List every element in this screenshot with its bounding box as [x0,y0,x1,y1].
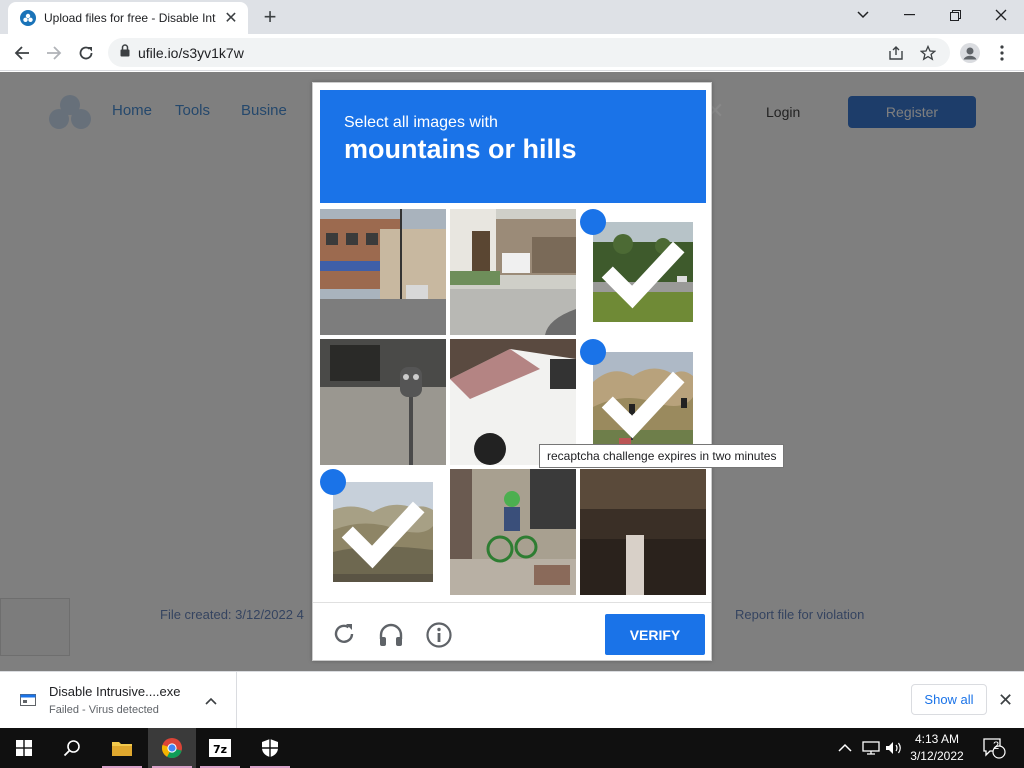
minimize-icon[interactable] [886,0,932,30]
expiry-tooltip: recaptcha challenge expires in two minut… [539,444,785,468]
chevron-up-icon[interactable] [205,692,217,710]
info-icon[interactable] [425,621,453,649]
menu-kebab-icon[interactable] [989,40,1015,66]
captcha-header: Select all images with mountains or hill… [320,90,706,203]
captcha-tile-selected[interactable] [320,469,446,595]
check-icon [320,469,425,569]
taskbar-clock[interactable]: 4:13 AM 3/12/2022 [906,731,968,765]
download-bar: Disable Intrusive....exe Failed - Virus … [0,671,1024,728]
reload-challenge-icon[interactable] [331,621,359,649]
tab-strip: Upload files for free - Disable Int ✕ + [0,0,1024,34]
network-icon[interactable] [862,728,880,768]
profile-avatar-icon[interactable] [957,40,983,66]
captcha-tile[interactable] [450,469,576,595]
verify-button[interactable]: VERIFY [605,614,705,655]
volume-icon[interactable] [885,728,903,768]
captcha-instruction: Select all images with [344,114,498,131]
notification-count: 2 [993,740,1000,752]
captcha-target: mountains or hills [344,134,577,164]
7zip-icon[interactable]: 7z [196,728,244,768]
clock-time: 4:13 AM [914,732,960,746]
captcha-tile[interactable] [320,209,446,335]
exe-file-icon [20,692,36,708]
show-all-button[interactable]: Show all [911,684,987,715]
close-window-icon[interactable] [978,0,1024,30]
file-explorer-icon[interactable] [98,728,146,768]
captcha-tile-selected[interactable] [580,209,706,335]
clock-date: 3/12/2022 [910,749,964,763]
tab-search-icon[interactable] [840,0,886,30]
notifications-icon[interactable]: 2 [982,728,1006,768]
search-icon[interactable] [48,728,96,768]
captcha-footer: VERIFY [313,602,711,661]
svg-text:7z: 7z [213,743,227,756]
reload-icon[interactable] [73,40,99,66]
download-file-name: Disable Intrusive....exe [49,684,181,699]
lock-icon[interactable] [120,43,130,62]
back-arrow-icon[interactable] [9,40,35,66]
new-tab-button[interactable]: + [258,6,282,28]
download-item[interactable]: Disable Intrusive....exe Failed - Virus … [0,672,237,728]
restore-icon[interactable] [932,0,978,30]
bookmark-star-icon[interactable] [920,38,936,67]
audio-challenge-icon[interactable] [377,621,405,649]
check-icon [580,339,685,439]
share-icon[interactable] [888,38,904,67]
check-icon [580,209,685,309]
download-status: Failed - Virus detected [49,704,159,716]
windows-taskbar: 7z 4:13 AM 3/12/2022 2 [0,728,1024,768]
browser-toolbar: ufile.io/s3yv1k7w [0,34,1024,71]
url-text[interactable]: ufile.io/s3yv1k7w [138,45,244,61]
captcha-tile[interactable] [450,209,576,335]
tray-chevron-icon[interactable] [838,728,852,768]
browser-tab[interactable]: Upload files for free - Disable Int ✕ [8,2,248,34]
captcha-tile[interactable] [320,339,446,465]
windows-start-icon[interactable] [0,728,48,768]
chrome-icon[interactable] [148,728,196,768]
tab-title: Upload files for free - Disable Int [44,11,216,25]
close-download-bar-icon[interactable]: ✕ [998,690,1013,711]
forward-arrow-icon[interactable] [41,40,67,66]
ufile-favicon-icon [20,10,36,26]
recaptcha-challenge: Select all images with mountains or hill… [312,82,712,661]
tab-close-icon[interactable]: ✕ [222,8,240,28]
security-shield-icon[interactable] [246,728,294,768]
address-bar[interactable]: ufile.io/s3yv1k7w [108,38,950,67]
captcha-tile[interactable] [580,469,706,595]
